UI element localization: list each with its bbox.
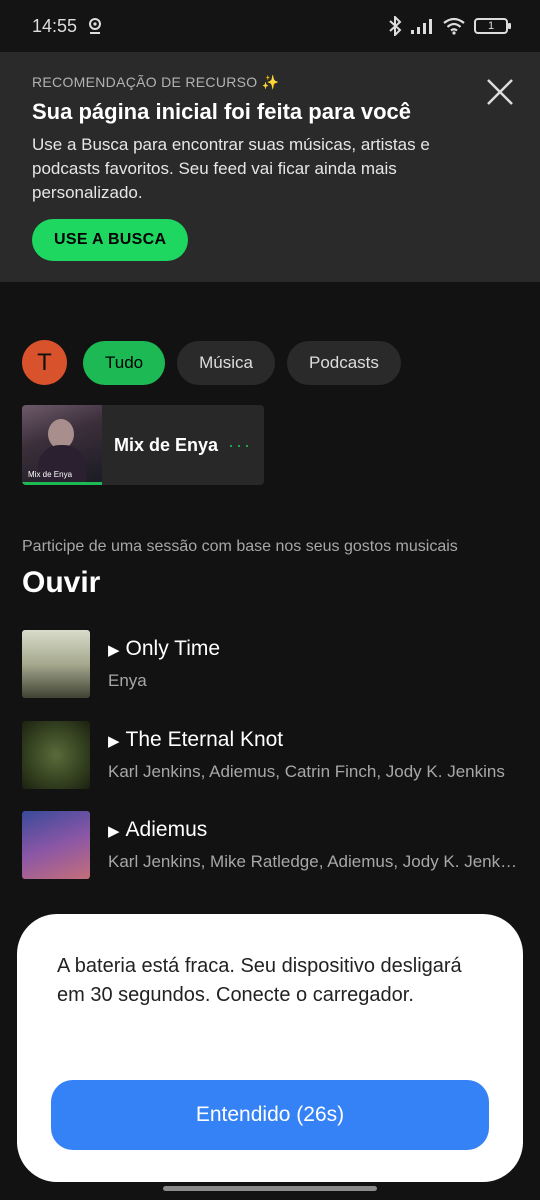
close-icon[interactable] (484, 76, 516, 108)
track-text: ▶ Only Time Enya (108, 637, 518, 691)
wifi-icon (443, 17, 465, 35)
chip-all[interactable]: Tudo (83, 340, 166, 385)
track-artist: Enya (108, 671, 147, 690)
track-text: ▶ Adiemus Karl Jenkins, Mike Ratledge, Ad… (108, 818, 518, 872)
track-item[interactable]: ▶ Adiemus Karl Jenkins, Mike Ratledge, Ad… (22, 811, 522, 879)
track-cover-art (22, 721, 90, 789)
chip-music[interactable]: Música (177, 340, 275, 385)
play-icon: ▶ (108, 823, 120, 840)
play-icon: ▶ (108, 642, 120, 659)
status-time: 14:55 (32, 15, 78, 36)
track-artist: Karl Jenkins, Adiemus, Catrin Finch, Jod… (108, 762, 505, 781)
dialog-message: A bateria está fraca. Seu dispositivo de… (57, 955, 462, 1006)
gesture-nav-handle[interactable] (163, 1186, 377, 1191)
status-bar: 14:55 1 (0, 0, 540, 52)
track-title: The Eternal Knot (125, 728, 284, 751)
filter-chips: T Tudo Música Podcasts (22, 340, 401, 385)
track-item[interactable]: ▶ The Eternal Knot Karl Jenkins, Adiemus,… (22, 721, 522, 789)
app-screen: 14:55 1 RECOMENDAÇÃO DE RECURSO ✨ Sua pá… (0, 0, 540, 1200)
more-options-icon[interactable]: ··· (228, 435, 252, 456)
battery-icon: 1 (474, 18, 511, 34)
track-title: Adiemus (125, 818, 208, 841)
status-icons: 1 (388, 16, 511, 36)
mix-art-figure-body (38, 445, 86, 485)
banner-title: Sua página inicial foi feita para você (32, 99, 412, 124)
low-battery-dialog: A bateria está fraca. Seu dispositivo de… (17, 914, 523, 1182)
banner-body: Use a Busca para encontrar suas músicas,… (32, 135, 430, 202)
track-title-row: ▶ Only Time (108, 637, 518, 661)
track-item[interactable]: ▶ Only Time Enya (22, 630, 522, 698)
track-cover-art (22, 811, 90, 879)
track-artist: Karl Jenkins, Mike Ratledge, Adiemus, Jo… (108, 852, 518, 871)
location-icon (89, 18, 102, 34)
banner-eyebrow: RECOMENDAÇÃO DE RECURSO ✨ (32, 74, 280, 90)
section-subtitle: Participe de uma sessão com base nos seu… (22, 538, 458, 555)
mix-progress-bar (22, 482, 102, 485)
track-title: Only Time (125, 637, 221, 660)
play-icon: ▶ (108, 733, 120, 750)
mix-title: Mix de Enya (114, 434, 219, 455)
track-cover-art (22, 630, 90, 698)
section-title: Ouvir (22, 566, 101, 599)
feature-recommendation-banner: RECOMENDAÇÃO DE RECURSO ✨ Sua página ini… (0, 52, 540, 282)
signal-icon (411, 19, 432, 34)
got-it-button[interactable]: Entendido (26s) (51, 1080, 489, 1150)
mix-card[interactable]: Mix de Enya Mix de Enya ··· (22, 405, 264, 485)
track-title-row: ▶ The Eternal Knot (108, 728, 518, 752)
bluetooth-icon (389, 16, 402, 36)
status-left: 14:55 (32, 16, 103, 37)
chip-podcasts[interactable]: Podcasts (286, 340, 401, 385)
mix-cover-art: Mix de Enya (22, 405, 102, 485)
mix-art-caption: Mix de Enya (28, 470, 73, 479)
profile-avatar[interactable]: T (22, 340, 67, 385)
track-title-row: ▶ Adiemus (108, 818, 518, 842)
use-search-button[interactable]: USE A BUSCA (32, 219, 189, 261)
track-text: ▶ The Eternal Knot Karl Jenkins, Adiemus,… (108, 728, 518, 782)
